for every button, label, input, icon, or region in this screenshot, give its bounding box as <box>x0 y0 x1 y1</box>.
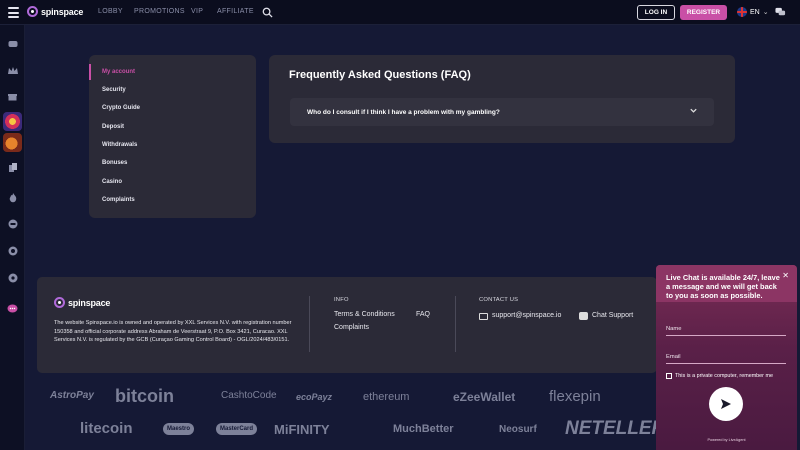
payment-logo-ezeewallet: eZeeWallet <box>453 390 516 404</box>
menu-icon[interactable] <box>8 7 19 18</box>
account-menu-casino[interactable]: Casino <box>102 179 122 185</box>
chevron-down-icon: ⌄ <box>762 9 769 16</box>
faq-panel: Frequently Asked Questions (FAQ) Who do … <box>269 55 735 143</box>
account-menu-withdrawals[interactable]: Withdrawals <box>102 142 137 148</box>
active-indicator <box>89 64 91 80</box>
account-menu-bonuses[interactable]: Bonuses <box>102 160 127 166</box>
footer-contact-heading: CONTACT US <box>479 297 519 303</box>
footer: spinspace The website Spinspace.io is ow… <box>37 277 657 373</box>
email-field[interactable] <box>666 363 786 364</box>
spinspace-logo-icon <box>54 297 65 308</box>
payment-logo-mastercard: MasterCard <box>216 423 258 435</box>
payment-logo-bitcoin: bitcoin <box>115 386 174 406</box>
search-icon[interactable] <box>262 7 273 18</box>
payment-methods: AstroPay bitcoin CashtoCode ecoPayz ethe… <box>25 380 665 450</box>
footer-link-faq[interactable]: FAQ <box>416 311 430 318</box>
name-field-label: Name <box>666 326 682 332</box>
account-menu-deposit[interactable]: Deposit <box>102 124 124 130</box>
wheel-of-fortune-game[interactable] <box>3 112 22 131</box>
chevron-down-icon[interactable] <box>689 106 698 115</box>
nav-vip[interactable]: VIP <box>191 8 203 15</box>
nav-lobby[interactable]: LOBBY <box>98 8 123 15</box>
payment-logo-flexepin: flexepin <box>549 388 601 405</box>
page-title: Frequently Asked Questions (FAQ) <box>289 69 471 81</box>
register-button[interactable]: REGISTER <box>680 5 727 20</box>
send-icon <box>721 399 731 409</box>
nav-affiliate[interactable]: AFFILIATE <box>217 8 254 15</box>
settings-icon[interactable] <box>7 272 18 283</box>
send-button[interactable] <box>709 387 743 421</box>
footer-contact-email[interactable]: support@spinspace.io <box>492 312 561 319</box>
footer-logo[interactable]: spinspace <box>54 297 110 308</box>
target-icon[interactable] <box>7 245 18 256</box>
account-menu-security[interactable]: Security <box>102 87 126 93</box>
support-chat-icon[interactable] <box>7 303 18 314</box>
nav-promotions[interactable]: PROMOTIONS <box>134 8 185 15</box>
brand-name: spinspace <box>41 6 84 17</box>
crown-icon[interactable] <box>7 65 18 76</box>
spinspace-logo-icon <box>27 6 38 17</box>
account-menu-complaints[interactable]: Complaints <box>102 197 135 203</box>
faq-question-item[interactable]: Who do I consult if I think I have a pro… <box>290 98 714 126</box>
payment-logo-astropay: AstroPay <box>50 390 94 401</box>
payment-logo-neteller: NETELLER <box>565 418 666 439</box>
footer-divider <box>309 296 310 352</box>
payment-logo-ecopayz: ecoPayz <box>296 392 333 402</box>
left-sidebar <box>0 25 25 450</box>
footer-legal-text: The website Spinspace.io is owned and op… <box>54 320 292 343</box>
login-button[interactable]: LOG IN <box>637 5 675 20</box>
payment-logo-ethereum: ethereum <box>363 391 410 403</box>
fire-icon[interactable] <box>7 192 18 203</box>
top-navigation-bar: spinspace LOBBY PROMOTIONS VIP AFFILIATE… <box>0 0 800 25</box>
footer-link-complaints[interactable]: Complaints <box>334 324 369 331</box>
brand-logo[interactable]: spinspace <box>27 6 83 17</box>
chat-bubbles-icon[interactable] <box>775 7 786 17</box>
powered-by-text: Powered by LiveAgent <box>707 438 746 442</box>
name-field[interactable] <box>666 335 786 336</box>
mail-icon <box>479 313 488 320</box>
casino-chip-icon[interactable] <box>7 38 18 49</box>
language-selector[interactable]: EN ⌄ <box>737 7 769 17</box>
footer-link-terms[interactable]: Terms & Conditions <box>334 311 395 318</box>
remember-me-label: This is a private computer, remember me <box>675 373 773 379</box>
chat-support-icon <box>579 312 588 320</box>
footer-divider <box>455 296 456 352</box>
remember-me-checkbox[interactable] <box>666 373 672 379</box>
email-field-label: Email <box>666 354 681 360</box>
gift-icon[interactable] <box>7 91 18 102</box>
close-icon[interactable]: ✕ <box>782 271 789 280</box>
live-icon[interactable] <box>7 218 18 229</box>
payment-logo-muchbetter: MuchBetter <box>393 423 454 435</box>
footer-brand-name: spinspace <box>68 297 111 308</box>
language-code: EN <box>750 8 760 16</box>
uk-flag-icon <box>737 7 747 17</box>
account-menu-my-account[interactable]: My account <box>102 69 135 75</box>
payment-logo-cashtocode: CashtoCode <box>221 390 277 401</box>
live-chat-widget: Live Chat is available 24/7, leave a mes… <box>656 265 797 450</box>
account-menu: My account Security Crypto Guide Deposit… <box>89 55 256 218</box>
account-menu-crypto-guide[interactable]: Crypto Guide <box>102 105 140 111</box>
payment-logo-maestro: Maestro <box>163 423 195 435</box>
footer-chat-support[interactable]: Chat Support <box>592 312 633 319</box>
cards-icon[interactable] <box>7 162 18 173</box>
faq-question-text: Who do I consult if I think I have a pro… <box>307 109 500 116</box>
payment-logo-mifinity: MiFINITY <box>274 422 330 437</box>
mascot-game[interactable] <box>3 133 22 152</box>
footer-info-heading: INFO <box>334 297 349 303</box>
payment-logo-litecoin: litecoin <box>80 420 133 437</box>
live-chat-message: Live Chat is available 24/7, leave a mes… <box>666 273 780 300</box>
payment-logo-neosurf: Neosurf <box>499 424 537 435</box>
